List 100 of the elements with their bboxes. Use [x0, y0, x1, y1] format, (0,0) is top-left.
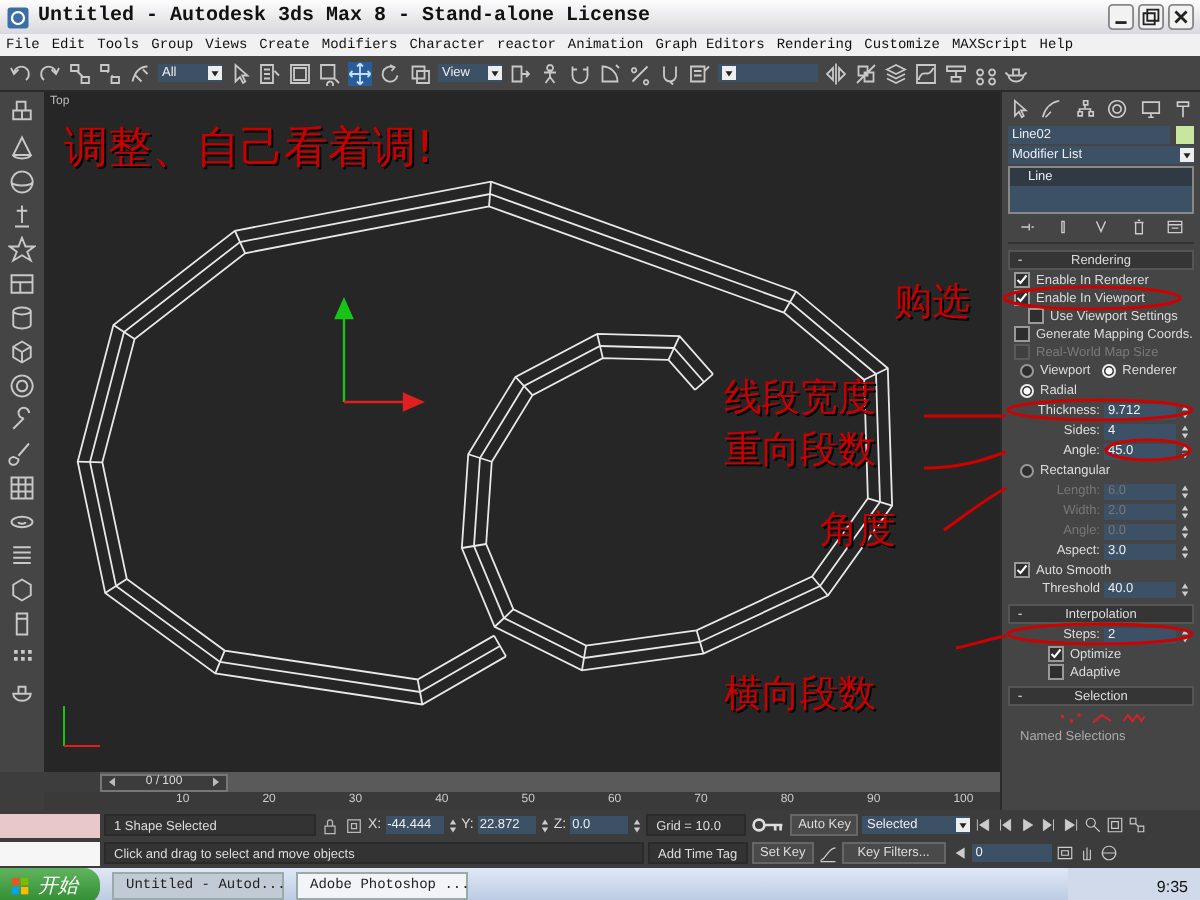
spinner-arrows-icon[interactable] [1180, 523, 1190, 539]
hierarchy-icon[interactable] [1073, 98, 1096, 120]
checkbox[interactable] [1048, 664, 1064, 680]
mirror-icon[interactable] [824, 61, 848, 85]
spinner-arrows-icon[interactable] [1180, 627, 1190, 643]
radio-button[interactable] [1020, 364, 1034, 378]
minimize-icon[interactable] [1108, 4, 1134, 30]
spinner-arrows-icon[interactable] [1180, 483, 1190, 499]
next-arrow-icon [209, 776, 222, 788]
checkmark-icon [1050, 648, 1062, 660]
spinner-arrows-icon[interactable] [1180, 443, 1190, 459]
previous-arrow-icon [106, 776, 118, 788]
restore-icon[interactable] [1138, 4, 1164, 30]
spinner-arrows-icon[interactable] [447, 817, 458, 833]
hammer-icon[interactable] [1171, 98, 1194, 120]
panel-icon[interactable] [8, 270, 36, 298]
create-cursor-icon[interactable] [1008, 98, 1030, 120]
annotation-ellipse [1104, 438, 1192, 462]
ring-icon[interactable] [8, 372, 36, 400]
pan-hand-icon[interactable] [1077, 844, 1096, 862]
trash-icon[interactable] [1129, 218, 1148, 236]
rectangle-region-icon[interactable] [288, 61, 312, 85]
redo-icon[interactable] [38, 61, 62, 85]
color-swatch [0, 841, 100, 865]
checkmark-icon [1016, 564, 1028, 576]
clock: 9:35 [1156, 877, 1188, 895]
align-icon[interactable] [854, 61, 878, 85]
schematic-icon[interactable] [944, 61, 968, 85]
caret-icon [1180, 148, 1194, 162]
lock-icon[interactable] [320, 815, 340, 835]
caret-icon [488, 66, 502, 80]
scale-icon[interactable] [408, 61, 432, 85]
color-swatch [0, 813, 100, 837]
curve-editor-icon[interactable] [914, 61, 938, 85]
key-icon[interactable] [750, 816, 787, 834]
object-color-swatch[interactable] [1176, 126, 1194, 144]
wrench-icon[interactable] [8, 406, 36, 434]
spinner-arrows-icon[interactable] [632, 817, 643, 833]
absolute-mode-icon[interactable] [344, 815, 364, 835]
toolbar-dropdown[interactable] [718, 64, 818, 82]
spinner-arrows-icon[interactable] [1180, 503, 1190, 519]
play-icon[interactable] [1018, 816, 1037, 834]
checkbox[interactable] [1028, 308, 1044, 324]
spinner-arrows-icon[interactable] [539, 817, 550, 833]
named-selection-icon[interactable] [688, 61, 712, 85]
configure-icon[interactable] [1166, 218, 1185, 236]
radio-button[interactable] [1020, 464, 1034, 478]
caret-icon [956, 818, 971, 832]
time-config-icon[interactable] [1055, 844, 1074, 862]
annotation-text: 横向段数 [724, 676, 876, 714]
window-title: Untitled - Autodesk 3ds Max 8 - Stand-alone License [38, 6, 651, 28]
zoom-icon[interactable] [1084, 816, 1103, 834]
previous-frame-icon[interactable] [996, 816, 1015, 834]
link-icon[interactable] [68, 61, 92, 85]
percent-snap-icon[interactable] [628, 61, 652, 85]
checkbox[interactable] [1014, 562, 1030, 578]
checkbox[interactable] [1014, 326, 1030, 342]
axis-tripod-icon [63, 705, 101, 747]
go-to-end-icon[interactable] [1062, 816, 1081, 834]
caret-icon [208, 66, 222, 80]
cube-icon[interactable] [8, 576, 36, 604]
unlink-icon[interactable] [98, 61, 122, 85]
window-crossing-icon[interactable] [318, 61, 342, 85]
grid-icon[interactable] [8, 474, 36, 502]
display-monitor-icon[interactable] [1139, 98, 1162, 120]
tangent-curve-icon[interactable] [817, 843, 838, 863]
angle-snap-icon[interactable] [598, 61, 622, 85]
leader-line [955, 634, 1007, 650]
app-icon [6, 5, 30, 29]
transform-gizmo-icon[interactable] [334, 297, 425, 412]
close-icon[interactable] [1168, 4, 1194, 30]
move-icon[interactable] [348, 61, 372, 85]
checkbox[interactable] [1048, 646, 1064, 662]
spinner-arrows-icon[interactable] [1180, 543, 1190, 559]
zoom-all-icon[interactable] [1106, 816, 1125, 834]
orbit-icon[interactable] [1099, 844, 1118, 862]
leader-line [924, 414, 1006, 418]
pivot-icon[interactable] [508, 61, 532, 85]
spinner-arrows-icon[interactable] [1180, 581, 1190, 597]
spinner-arrows-icon[interactable] [1180, 403, 1190, 419]
spinner-arrows-icon[interactable] [1180, 423, 1190, 439]
modify-arc-icon[interactable] [1040, 98, 1063, 120]
rotate-icon[interactable] [378, 61, 402, 85]
magnet-icon[interactable] [568, 61, 592, 85]
select-by-name-icon[interactable] [258, 61, 282, 85]
manipulate-icon[interactable] [538, 61, 562, 85]
cylinder-stack-icon[interactable] [8, 304, 36, 332]
zoom-extents-icon[interactable] [1128, 816, 1147, 834]
spinner-snap-icon[interactable] [658, 61, 682, 85]
bars-icon[interactable] [8, 542, 36, 570]
cone-icon[interactable] [8, 134, 36, 162]
layers-icon[interactable] [884, 61, 908, 85]
next-frame-icon[interactable] [1040, 816, 1059, 834]
pin-icon[interactable] [1017, 218, 1036, 236]
go-to-start-icon[interactable] [974, 816, 993, 834]
star-icon[interactable] [8, 236, 36, 264]
fork-icon[interactable] [1091, 218, 1110, 236]
checkbox[interactable] [1014, 272, 1030, 288]
undo-icon[interactable] [8, 61, 32, 85]
box-icon[interactable] [8, 338, 36, 366]
